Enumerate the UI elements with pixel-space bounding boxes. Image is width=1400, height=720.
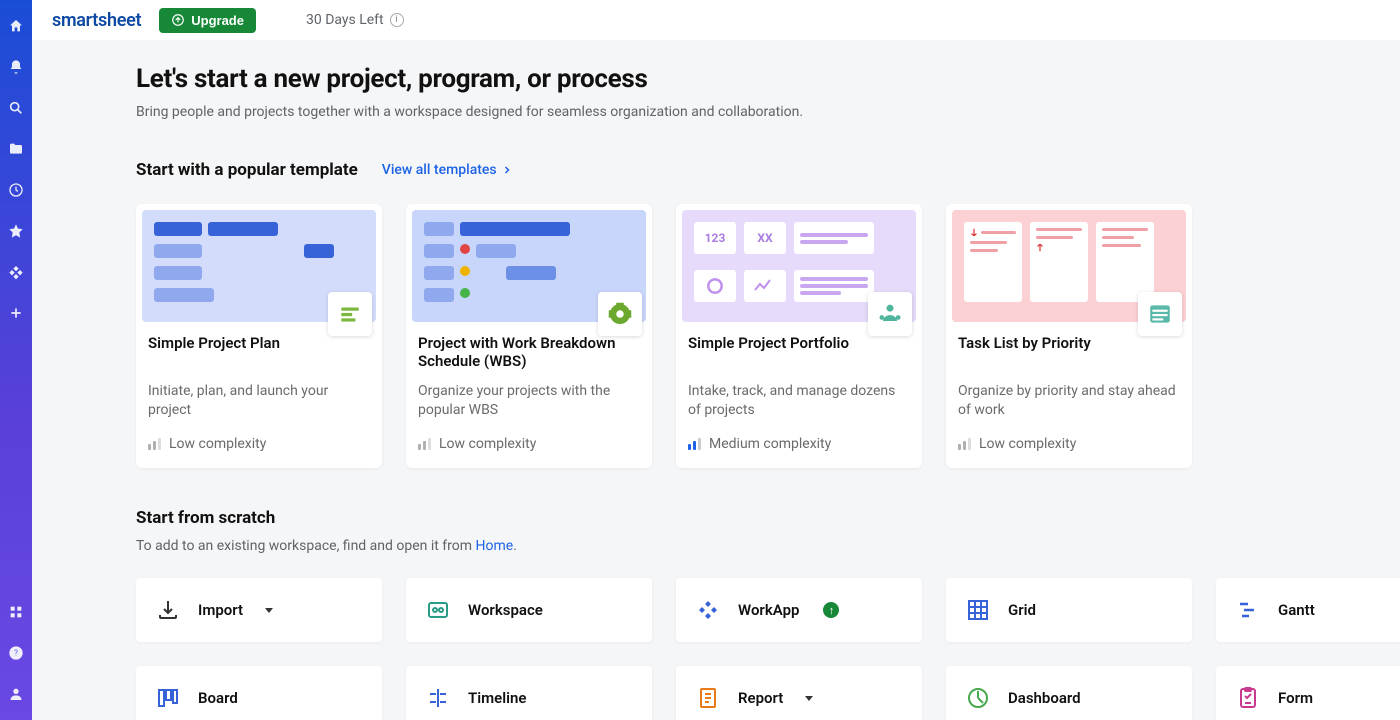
template-badge-icon xyxy=(328,292,372,336)
favorites-icon[interactable] xyxy=(8,223,24,239)
solution-center-icon[interactable] xyxy=(8,604,24,620)
help-icon[interactable]: ? xyxy=(8,645,24,661)
scratch-label: Grid xyxy=(1008,601,1036,619)
scratch-timeline[interactable]: Timeline xyxy=(406,666,652,720)
scratch-dashboard[interactable]: Dashboard xyxy=(946,666,1192,720)
template-complexity: Low complexity xyxy=(142,422,376,452)
scratch-label: Form xyxy=(1278,689,1313,707)
scratch-gantt[interactable]: Gantt xyxy=(1216,578,1400,642)
plus-badge-icon: ↑ xyxy=(823,602,839,618)
template-desc: Organize by priority and stay ahead of w… xyxy=(952,374,1186,422)
dashboard-icon xyxy=(966,686,990,710)
svg-text:?: ? xyxy=(14,649,18,658)
scratch-grid[interactable]: Grid xyxy=(946,578,1192,642)
scratch-board[interactable]: Board xyxy=(136,666,382,720)
page-title: Let's start a new project, program, or p… xyxy=(136,64,1400,94)
templates-section-title: Start with a popular template xyxy=(136,160,358,180)
template-complexity: Low complexity xyxy=(412,422,646,452)
template-thumb: 123 XX xyxy=(682,210,916,322)
scratch-label: Board xyxy=(198,689,238,707)
grid-icon xyxy=(966,598,990,622)
days-left-text: 30 Days Left xyxy=(306,12,384,28)
view-all-label: View all templates xyxy=(382,162,497,178)
template-complexity: Low complexity xyxy=(952,422,1186,452)
caret-down-icon xyxy=(805,696,813,701)
scratch-report[interactable]: Report xyxy=(676,666,922,720)
workapps-rail-icon[interactable] xyxy=(8,264,24,280)
timeline-icon xyxy=(426,686,450,710)
template-simple-project-plan[interactable]: Simple Project Plan Initiate, plan, and … xyxy=(136,204,382,468)
account-icon[interactable] xyxy=(8,686,24,702)
page-subtitle: Bring people and projects together with … xyxy=(136,104,1400,120)
complexity-bars-icon xyxy=(958,438,971,450)
template-title: Simple Project Plan xyxy=(142,334,376,374)
import-icon xyxy=(156,598,180,622)
search-icon[interactable] xyxy=(8,100,24,116)
complexity-label: Medium complexity xyxy=(709,436,831,452)
recents-icon[interactable] xyxy=(8,182,24,198)
template-simple-project-portfolio[interactable]: 123 XX Simple Project Portfolio Intake, … xyxy=(676,204,922,468)
board-icon xyxy=(156,686,180,710)
scratch-sub-prefix: To add to an existing workspace, find an… xyxy=(136,538,476,554)
scratch-subtitle: To add to an existing workspace, find an… xyxy=(136,538,1400,554)
template-badge-icon xyxy=(1138,292,1182,336)
complexity-bars-icon xyxy=(688,438,701,450)
workspace-icon xyxy=(426,598,450,622)
trial-days-left: 30 Days Left i xyxy=(306,12,404,28)
complexity-bars-icon xyxy=(418,438,431,450)
upgrade-arrow-icon xyxy=(171,13,185,27)
folder-icon[interactable] xyxy=(8,141,24,157)
create-icon[interactable] xyxy=(8,305,24,321)
scratch-label: Gantt xyxy=(1278,601,1315,619)
template-badge-icon xyxy=(868,292,912,336)
home-icon[interactable] xyxy=(8,18,24,34)
template-badge-icon xyxy=(598,292,642,336)
template-desc: Initiate, plan, and launch your project xyxy=(142,374,376,422)
home-link[interactable]: Home xyxy=(476,538,514,554)
scratch-section-title: Start from scratch xyxy=(136,508,1400,528)
upgrade-label: Upgrade xyxy=(191,13,244,28)
left-nav-rail: ? xyxy=(0,0,32,720)
info-icon[interactable]: i xyxy=(390,13,404,27)
complexity-bars-icon xyxy=(148,438,161,450)
template-thumb xyxy=(952,210,1186,322)
template-task-list-by-priority[interactable]: Task List by Priority Organize by priori… xyxy=(946,204,1192,468)
template-thumb xyxy=(412,210,646,322)
scratch-label: Workspace xyxy=(468,601,543,619)
notifications-icon[interactable] xyxy=(8,59,24,75)
template-project-wbs[interactable]: Project with Work Breakdown Schedule (WB… xyxy=(406,204,652,468)
template-title: Project with Work Breakdown Schedule (WB… xyxy=(412,334,646,374)
complexity-label: Low complexity xyxy=(979,436,1076,452)
template-desc: Organize your projects with the popular … xyxy=(412,374,646,422)
chevron-right-icon xyxy=(501,164,513,176)
template-thumb xyxy=(142,210,376,322)
report-icon xyxy=(696,686,720,710)
scratch-label: Timeline xyxy=(468,689,526,707)
scratch-label: Report xyxy=(738,689,783,707)
template-desc: Intake, track, and manage dozens of proj… xyxy=(682,374,916,422)
scratch-workapp[interactable]: WorkApp ↑ xyxy=(676,578,922,642)
scratch-form[interactable]: Form xyxy=(1216,666,1400,720)
scratch-import[interactable]: Import xyxy=(136,578,382,642)
scratch-workspace[interactable]: Workspace xyxy=(406,578,652,642)
upgrade-button[interactable]: Upgrade xyxy=(159,8,256,33)
topbar: smartsheet Upgrade 30 Days Left i xyxy=(32,0,1400,40)
scratch-label: WorkApp xyxy=(738,601,799,619)
workapp-icon xyxy=(696,598,720,622)
gantt-icon xyxy=(1236,598,1260,622)
complexity-label: Low complexity xyxy=(439,436,536,452)
template-title: Task List by Priority xyxy=(952,334,1186,374)
scratch-label: Import xyxy=(198,601,243,619)
caret-down-icon xyxy=(265,608,273,613)
form-icon xyxy=(1236,686,1260,710)
template-complexity: Medium complexity xyxy=(682,422,916,452)
complexity-label: Low complexity xyxy=(169,436,266,452)
logo: smartsheet xyxy=(52,10,141,31)
view-all-templates-link[interactable]: View all templates xyxy=(382,162,513,178)
template-title: Simple Project Portfolio xyxy=(682,334,916,374)
scratch-label: Dashboard xyxy=(1008,689,1081,707)
